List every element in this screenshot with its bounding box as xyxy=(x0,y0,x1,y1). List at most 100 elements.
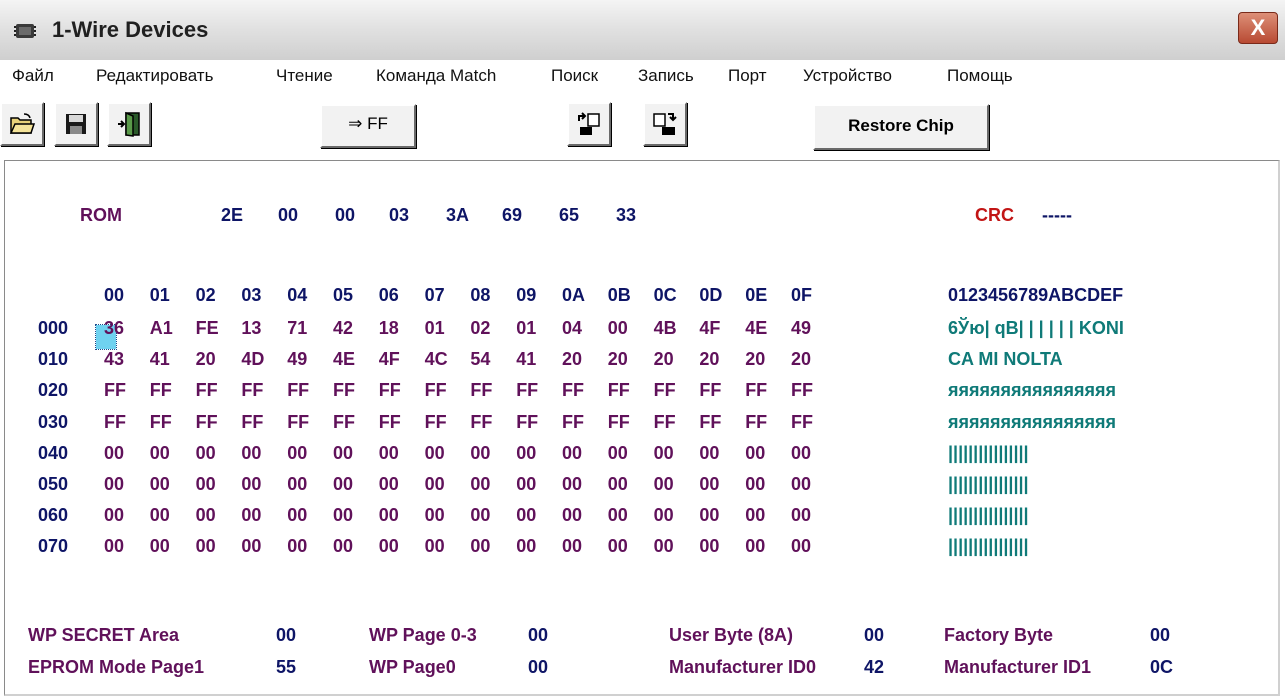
hex-byte[interactable]: 20 xyxy=(196,349,216,370)
open-button[interactable] xyxy=(0,102,44,146)
hex-byte[interactable]: A1 xyxy=(150,318,173,339)
hex-byte[interactable]: 00 xyxy=(791,536,811,557)
user-byte-value[interactable]: 00 xyxy=(864,625,884,646)
hex-byte[interactable]: 00 xyxy=(241,474,261,495)
menu-edit[interactable]: Редактировать xyxy=(96,66,213,86)
hex-byte[interactable]: FF xyxy=(379,412,401,433)
hex-byte[interactable]: FE xyxy=(196,318,219,339)
hex-byte[interactable]: 00 xyxy=(379,443,399,464)
hex-byte[interactable]: 54 xyxy=(470,349,490,370)
hex-byte[interactable]: 00 xyxy=(150,505,170,526)
hex-byte[interactable]: 00 xyxy=(333,474,353,495)
hex-byte[interactable]: 20 xyxy=(699,349,719,370)
menu-device[interactable]: Устройство xyxy=(803,66,892,86)
hex-byte[interactable]: 00 xyxy=(333,536,353,557)
hex-byte[interactable]: 4E xyxy=(333,349,355,370)
hex-byte[interactable]: FF xyxy=(425,412,447,433)
hex-byte[interactable]: 00 xyxy=(470,474,490,495)
hex-byte[interactable]: 00 xyxy=(654,505,674,526)
hex-byte[interactable]: 00 xyxy=(287,505,307,526)
hex-byte[interactable]: FF xyxy=(608,412,630,433)
close-button[interactable]: X xyxy=(1238,12,1278,44)
hex-byte[interactable]: FF xyxy=(791,380,813,401)
hex-byte[interactable]: FF xyxy=(104,412,126,433)
hex-byte[interactable]: FF xyxy=(608,380,630,401)
hex-byte[interactable]: 00 xyxy=(379,536,399,557)
manufacturer-id1-value[interactable]: 0C xyxy=(1150,657,1173,678)
hex-byte[interactable]: FF xyxy=(104,380,126,401)
menu-search[interactable]: Поиск xyxy=(551,66,598,86)
hex-byte[interactable]: 41 xyxy=(516,349,536,370)
hex-byte[interactable]: 00 xyxy=(470,443,490,464)
hex-byte[interactable]: 13 xyxy=(241,318,261,339)
hex-byte[interactable]: 00 xyxy=(699,443,719,464)
hex-byte[interactable]: 43 xyxy=(104,349,124,370)
hex-byte[interactable]: 01 xyxy=(425,318,445,339)
hex-byte[interactable]: 00 xyxy=(745,443,765,464)
hex-byte[interactable]: 20 xyxy=(562,349,582,370)
hex-byte[interactable]: 00 xyxy=(287,474,307,495)
hex-byte[interactable]: FF xyxy=(333,412,355,433)
hex-byte[interactable]: 02 xyxy=(470,318,490,339)
hex-byte[interactable]: 00 xyxy=(379,505,399,526)
menu-match-command[interactable]: Команда Match xyxy=(376,66,496,86)
hex-byte[interactable]: 00 xyxy=(425,443,445,464)
hex-byte[interactable]: 00 xyxy=(104,443,124,464)
hex-byte[interactable]: 00 xyxy=(516,474,536,495)
hex-byte[interactable]: 4F xyxy=(699,318,720,339)
hex-byte[interactable]: 00 xyxy=(562,474,582,495)
hex-byte[interactable]: 00 xyxy=(562,443,582,464)
hex-byte[interactable]: 00 xyxy=(516,443,536,464)
hex-byte[interactable]: FF xyxy=(196,412,218,433)
hex-byte[interactable]: 20 xyxy=(654,349,674,370)
hex-byte[interactable]: 4D xyxy=(241,349,264,370)
hex-byte[interactable]: FF xyxy=(699,412,721,433)
hex-byte[interactable]: 49 xyxy=(287,349,307,370)
hex-byte[interactable]: FF xyxy=(287,380,309,401)
hex-byte[interactable]: 4B xyxy=(654,318,677,339)
hex-byte[interactable]: 00 xyxy=(791,443,811,464)
hex-byte[interactable]: FF xyxy=(196,380,218,401)
hex-byte[interactable]: 01 xyxy=(516,318,536,339)
restore-chip-button[interactable]: Restore Chip xyxy=(813,104,989,150)
menu-file[interactable]: Файл xyxy=(12,66,54,86)
read-chip-button[interactable] xyxy=(567,102,611,146)
wp-secret-value[interactable]: 00 xyxy=(276,625,296,646)
hex-byte[interactable]: 00 xyxy=(150,536,170,557)
hex-byte[interactable]: FF xyxy=(150,380,172,401)
hex-byte[interactable]: 00 xyxy=(608,443,628,464)
exit-button[interactable] xyxy=(107,102,151,146)
hex-byte[interactable]: 00 xyxy=(196,474,216,495)
hex-byte[interactable]: 00 xyxy=(654,474,674,495)
hex-byte[interactable]: FF xyxy=(470,380,492,401)
hex-byte[interactable]: 00 xyxy=(562,505,582,526)
hex-byte[interactable]: 00 xyxy=(287,536,307,557)
hex-byte[interactable]: 00 xyxy=(196,505,216,526)
hex-byte[interactable]: 00 xyxy=(699,536,719,557)
hex-byte[interactable]: FF xyxy=(516,380,538,401)
hex-byte[interactable]: FF xyxy=(425,380,447,401)
hex-byte[interactable]: 00 xyxy=(241,536,261,557)
hex-byte[interactable]: 00 xyxy=(379,474,399,495)
hex-byte[interactable]: 4C xyxy=(425,349,448,370)
hex-byte[interactable]: FF xyxy=(150,412,172,433)
hex-byte[interactable]: 00 xyxy=(425,505,445,526)
hex-byte[interactable]: 00 xyxy=(791,505,811,526)
hex-byte[interactable]: 00 xyxy=(608,536,628,557)
hex-byte[interactable]: 00 xyxy=(516,505,536,526)
hex-byte[interactable]: 42 xyxy=(333,318,353,339)
wp-page03-value[interactable]: 00 xyxy=(528,625,548,646)
hex-byte[interactable]: 00 xyxy=(608,474,628,495)
hex-byte[interactable]: 18 xyxy=(379,318,399,339)
hex-byte[interactable]: 00 xyxy=(241,505,261,526)
factory-byte-value[interactable]: 00 xyxy=(1150,625,1170,646)
hex-byte[interactable]: 4F xyxy=(379,349,400,370)
hex-byte[interactable]: 00 xyxy=(287,443,307,464)
menu-write[interactable]: Запись xyxy=(638,66,694,86)
hex-byte[interactable]: 71 xyxy=(287,318,307,339)
hex-byte[interactable]: 49 xyxy=(791,318,811,339)
hex-byte[interactable]: 00 xyxy=(196,536,216,557)
hex-byte[interactable]: FF xyxy=(333,380,355,401)
hex-byte[interactable]: 00 xyxy=(791,474,811,495)
hex-byte[interactable]: 00 xyxy=(150,474,170,495)
